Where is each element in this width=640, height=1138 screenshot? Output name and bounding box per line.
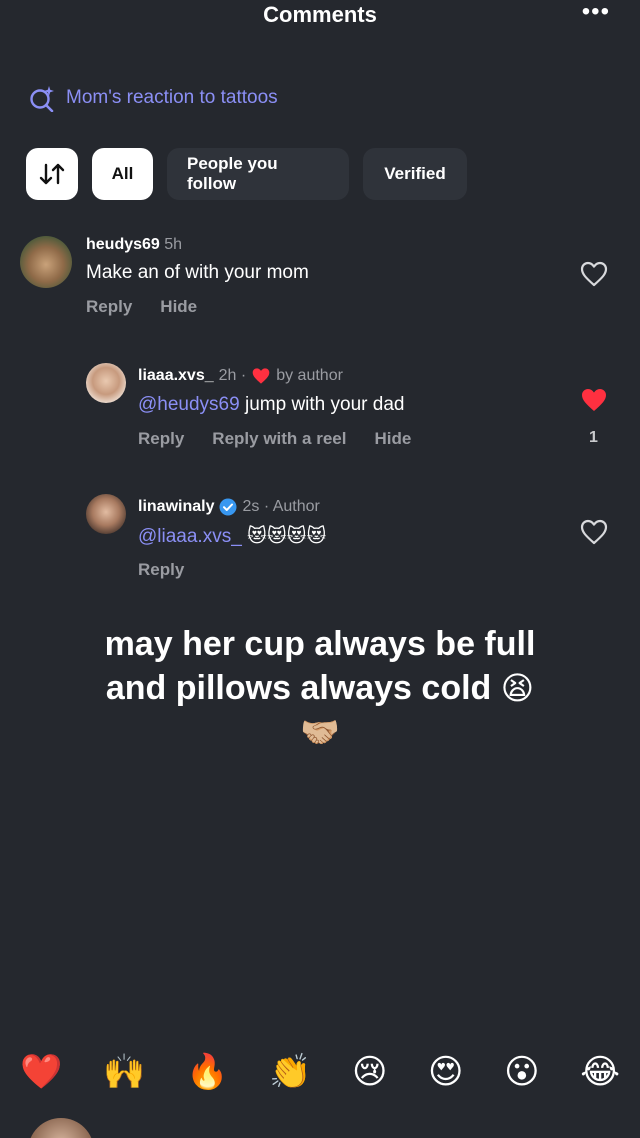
comment-body: 😻😻😻😻 [241, 526, 327, 547]
reply-button[interactable]: Reply [138, 560, 184, 580]
like-heart-icon[interactable] [580, 261, 608, 287]
reply-button[interactable]: Reply [86, 297, 132, 317]
comment-actions: Reply Reply with a reel Hide [138, 429, 411, 449]
mention-link[interactable]: @liaaa.xvs_ [138, 526, 242, 547]
search-suggestion-label: Mom's reaction to tattoos [66, 87, 278, 108]
reply-with-reel-button[interactable]: Reply with a reel [212, 429, 346, 449]
reply-button[interactable]: Reply [138, 429, 184, 449]
liked-by-author-label: by author [276, 367, 343, 384]
filter-people-you-follow[interactable]: People you follow [167, 148, 349, 200]
mention-link[interactable]: @heudys69 [138, 394, 240, 415]
verified-badge-icon [219, 498, 237, 516]
header: Comments ••• [0, 0, 640, 36]
heart-icon [252, 368, 270, 384]
search-suggestion[interactable]: Mom's reaction to tattoos [28, 84, 278, 112]
emoji-surprised[interactable]: 😮 [504, 1050, 539, 1094]
comment-time: 2h · [218, 367, 247, 384]
hide-button[interactable]: Hide [160, 297, 197, 317]
avatar[interactable] [20, 236, 72, 288]
composer-avatar [28, 1118, 94, 1138]
video-caption: may her cup always be full and pillows a… [0, 622, 640, 754]
caption-line-2-wrap: and pillows always cold 😫 [0, 666, 640, 710]
hide-button[interactable]: Hide [374, 429, 411, 449]
emoji-reaction-bar: ❤️ 🙌 🔥 👏 😢 😍 😮 😂 [20, 1050, 620, 1094]
like-count: 1 [589, 429, 598, 446]
comment-text: Make an of with your mom [86, 262, 309, 283]
handshake-emoji: 🤝🏼 [300, 714, 340, 750]
page-title: Comments [263, 2, 377, 27]
filter-all[interactable]: All [92, 148, 153, 200]
caption-line-2: and pillows always cold [105, 669, 492, 707]
emoji-heart[interactable]: ❤️ [20, 1050, 62, 1094]
comment-body: jump with your dad [239, 394, 405, 415]
comment-username[interactable]: heudys69 [86, 236, 160, 253]
comment-username[interactable]: linawinaly [138, 498, 214, 516]
emoji-laughing[interactable]: 😂 [580, 1050, 620, 1094]
avatar[interactable] [86, 363, 126, 403]
sort-arrows-icon [39, 163, 65, 185]
comment-time: 2s · Author [242, 498, 320, 515]
like-heart-icon[interactable] [580, 519, 608, 545]
avatar[interactable] [86, 494, 126, 534]
comment-text: @heudys69 jump with your dad [138, 394, 404, 416]
more-options-button[interactable]: ••• [582, 0, 610, 24]
comment-username[interactable]: liaaa.xvs_ [138, 367, 214, 385]
emoji-crying[interactable]: 😢 [352, 1050, 387, 1094]
caption-line-1: may her cup always be full [104, 625, 536, 663]
comment-actions: Reply Hide [86, 297, 197, 317]
sort-button[interactable] [26, 148, 78, 200]
filter-chips: All People you follow Verified [26, 148, 467, 200]
emoji-raised-hands[interactable]: 🙌 [103, 1050, 145, 1094]
liked-heart-icon[interactable] [580, 387, 608, 413]
emoji-clap[interactable]: 👏 [269, 1050, 311, 1094]
emoji-fire[interactable]: 🔥 [186, 1050, 228, 1094]
sparkle-search-icon [30, 86, 54, 112]
comment-time: 5h [164, 236, 183, 253]
comment-text: @liaaa.xvs_ 😻😻😻😻 [138, 525, 326, 548]
emoji-heart-eyes[interactable]: 😍 [428, 1050, 463, 1094]
tired-face-emoji: 😫 [500, 670, 535, 706]
filter-verified[interactable]: Verified [363, 148, 467, 200]
comment-actions: Reply [138, 560, 184, 580]
